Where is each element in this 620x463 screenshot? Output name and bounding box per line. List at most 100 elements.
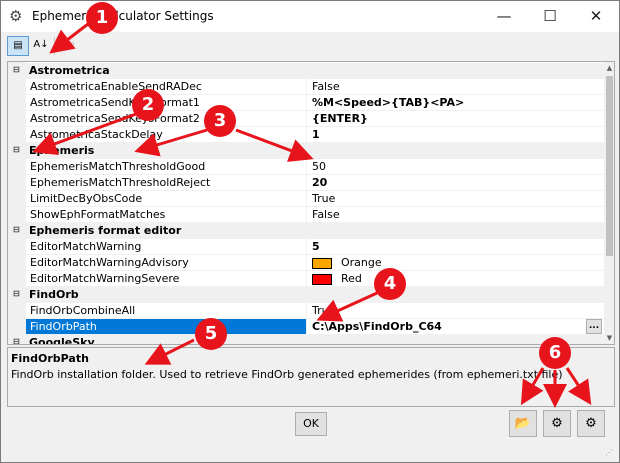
settings-window: ⚙ Ephemeris Calculator Settings — ☐ ✕ ▤ … (0, 0, 620, 463)
property-name[interactable]: EditorMatchWarning (26, 239, 306, 255)
property-name[interactable]: EditorMatchWarningSevere (26, 271, 306, 287)
window-title: Ephemeris Calculator Settings (32, 9, 214, 23)
annotation-badge-6: 6 (539, 337, 571, 369)
property-value-text: True (312, 304, 336, 317)
property-name[interactable]: AstrometricaSendKeysFormat1 (26, 95, 306, 111)
annotation-badge-3: 3 (204, 105, 236, 137)
property-name[interactable]: AstrometricaEnableSendRADec (26, 79, 306, 95)
property-value-text: 50 (312, 160, 326, 173)
category-row[interactable]: ⊟ Ephemeris (8, 143, 604, 159)
category-name: FindOrb (29, 288, 79, 301)
property-name[interactable]: LimitDecByObsCode (26, 191, 306, 207)
collapse-icon[interactable]: ⊟ (13, 337, 23, 344)
import-settings-icon: ⚙ (551, 416, 563, 431)
property-name[interactable]: EphemerisMatchThresholdGood (26, 159, 306, 175)
property-row[interactable]: LimitDecByObsCode True (8, 191, 604, 207)
property-value[interactable]: 20 (306, 175, 604, 191)
sort-az-icon: A↓ (33, 39, 49, 50)
gear-icon: ⚙ (9, 7, 23, 25)
property-row[interactable]: AstrometricaStackDelay 1 (8, 127, 604, 143)
color-swatch (312, 257, 332, 269)
property-value-text: Red (341, 272, 362, 285)
minimize-button[interactable]: — (481, 1, 527, 32)
description-title: FindOrbPath (11, 352, 89, 365)
property-value-text: {ENTER} (312, 112, 368, 125)
folder-icon: 📂 (514, 416, 532, 431)
toolbar-separator (54, 37, 55, 55)
property-value-text: True (312, 192, 336, 205)
property-value[interactable]: True (306, 303, 604, 319)
property-row[interactable]: EditorMatchWarning 5 (8, 239, 604, 255)
maximize-button[interactable]: ☐ (527, 1, 573, 32)
property-value[interactable]: {ENTER} (306, 111, 604, 127)
import-settings-button[interactable]: ⚙ (543, 410, 571, 437)
color-swatch (312, 273, 332, 285)
property-value-text: 20 (312, 176, 328, 189)
category-row[interactable]: ⊟ Ephemeris format editor (8, 223, 604, 239)
category-row[interactable]: ⊟ FindOrb (8, 287, 604, 303)
property-value[interactable]: Red (306, 271, 604, 287)
categorized-icon: ▤ (13, 40, 23, 51)
property-name[interactable]: AstrometricaSendKeysFormat2 (26, 111, 306, 127)
property-grid-toolbar: ▤ A↓ ▭ (1, 32, 619, 60)
close-button[interactable]: ✕ (573, 1, 619, 32)
property-value-text: False (312, 208, 340, 221)
property-value-text: Orange (341, 256, 382, 269)
annotation-badge-2: 2 (132, 89, 164, 121)
property-value-text: 1 (312, 128, 320, 141)
scroll-down-icon[interactable]: ▼ (604, 332, 614, 344)
property-name[interactable]: AstrometricaStackDelay (26, 127, 306, 143)
property-value[interactable]: 5 (306, 239, 604, 255)
scroll-thumb[interactable] (606, 76, 613, 256)
category-name: Ephemeris (29, 144, 95, 157)
property-grid: ⊟ Astrometrica AstrometricaEnableSendRADec… (7, 61, 615, 345)
resize-grip-icon[interactable]: ⋰ (605, 447, 617, 459)
property-name[interactable]: ShowEphFormatMatches (26, 207, 306, 223)
property-name[interactable]: EphemerisMatchThresholdReject (26, 175, 306, 191)
property-value[interactable]: False (306, 79, 604, 95)
property-value[interactable]: %M<Speed>{TAB}<PA> (306, 95, 604, 111)
property-name[interactable]: EditorMatchWarningAdvisory (26, 255, 306, 271)
category-name: GoogleSky (29, 336, 95, 345)
export-settings-icon: ⚙ (585, 416, 597, 431)
property-row[interactable]: ShowEphFormatMatches False (8, 207, 604, 223)
property-value-text: 5 (312, 240, 320, 253)
property-row[interactable]: EditorMatchWarningAdvisory Orange (8, 255, 604, 271)
property-value[interactable]: Orange (306, 255, 604, 271)
category-row[interactable]: ⊟ GoogleSky (8, 335, 604, 345)
scroll-up-icon[interactable]: ▲ (604, 62, 614, 74)
grid-scrollbar[interactable]: ▲ ▼ (604, 62, 614, 344)
property-name[interactable]: FindOrbPath (26, 319, 306, 335)
property-value-text: False (312, 80, 340, 93)
property-row[interactable]: FindOrbPath C:\Apps\FindOrb_C64... (8, 319, 604, 335)
export-settings-button[interactable]: ⚙ (577, 410, 605, 437)
property-row[interactable]: AstrometricaSendKeysFormat1 %M<Speed>{TAB… (8, 95, 604, 111)
collapse-icon[interactable]: ⊟ (13, 225, 23, 234)
property-pages-button[interactable]: ▭ (59, 36, 81, 56)
property-value[interactable]: 1 (306, 127, 604, 143)
property-value[interactable]: C:\Apps\FindOrb_C64... (306, 319, 604, 335)
browse-ellipsis-button[interactable]: ... (586, 319, 602, 334)
category-name: Astrometrica (29, 64, 110, 77)
collapse-icon[interactable]: ⊟ (13, 289, 23, 298)
property-value-text: C:\Apps\FindOrb_C64 (312, 320, 442, 333)
property-row[interactable]: EphemerisMatchThresholdGood 50 (8, 159, 604, 175)
property-name[interactable]: FindOrbCombineAll (26, 303, 306, 319)
property-value[interactable]: 50 (306, 159, 604, 175)
alphabetical-sort-button[interactable]: A↓ (30, 36, 52, 56)
collapse-icon[interactable]: ⊟ (13, 65, 23, 74)
ok-button[interactable]: OK (295, 412, 327, 436)
property-value[interactable]: True (306, 191, 604, 207)
property-row[interactable]: FindOrbCombineAll True (8, 303, 604, 319)
property-row[interactable]: EphemerisMatchThresholdReject 20 (8, 175, 604, 191)
category-row[interactable]: ⊟ Astrometrica (8, 63, 604, 79)
description-panel: FindOrbPath FindOrb installation folder.… (7, 347, 615, 407)
property-row[interactable]: EditorMatchWarningSevere Red (8, 271, 604, 287)
categorized-view-button[interactable]: ▤ (7, 36, 29, 56)
open-folder-button[interactable]: 📂 (509, 410, 537, 437)
property-row[interactable]: AstrometricaEnableSendRADec False (8, 79, 604, 95)
collapse-icon[interactable]: ⊟ (13, 145, 23, 154)
property-row[interactable]: AstrometricaSendKeysFormat2 {ENTER} (8, 111, 604, 127)
property-value[interactable]: False (306, 207, 604, 223)
category-name: Ephemeris format editor (29, 224, 182, 237)
